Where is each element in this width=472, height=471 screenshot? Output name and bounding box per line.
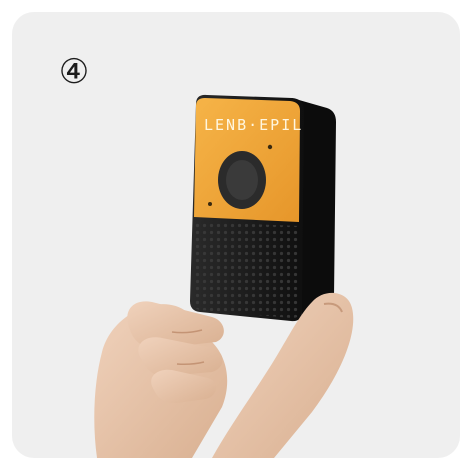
speaker-grille	[193, 222, 300, 318]
power-button-inner	[226, 160, 258, 200]
brand-label: LENB·EPIL	[204, 116, 303, 134]
indicator-dot-2	[208, 202, 212, 206]
image-frame: LENB·EPIL ④	[0, 0, 472, 471]
indicator-dot	[267, 144, 273, 150]
step-number: ④	[58, 52, 90, 92]
product-card: LENB·EPIL ④	[12, 12, 460, 458]
